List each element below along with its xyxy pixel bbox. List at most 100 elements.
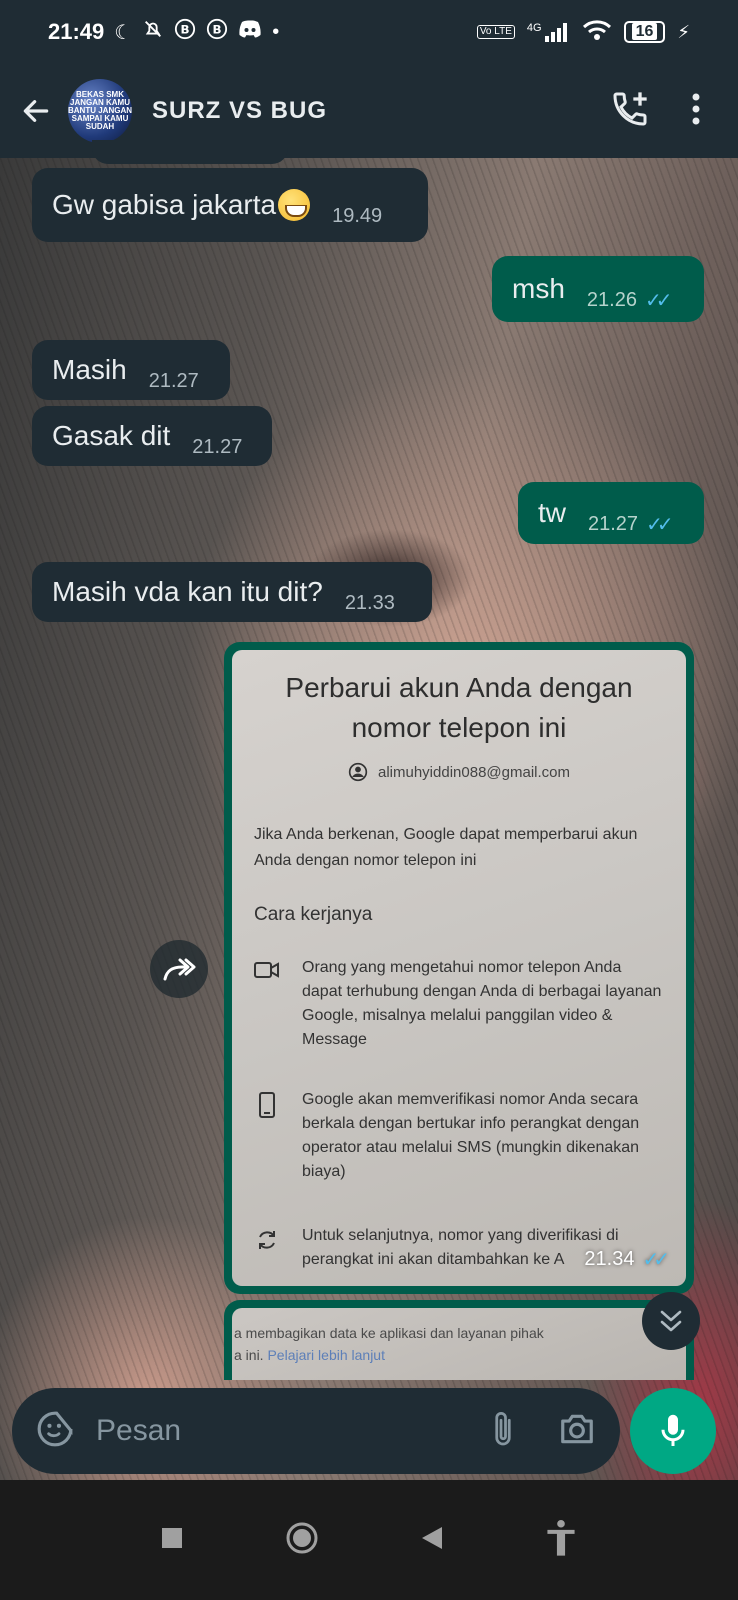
charging-icon: ⚡ bbox=[677, 21, 690, 42]
photo-of-document[interactable]: a membagikan data ke aplikasi dan layana… bbox=[232, 1308, 686, 1380]
doc-account: alimuhyiddin088@gmail.com bbox=[254, 762, 664, 782]
svg-text:B: B bbox=[213, 23, 222, 37]
avatar[interactable]: BEKAS SMK JANGAN KAMU BANTU JANGAN SAMPA… bbox=[68, 79, 132, 143]
message-input[interactable]: Pesan bbox=[96, 1414, 488, 1448]
doc-text-line: a ini. Pelajari lebih lanjut bbox=[234, 1344, 686, 1366]
system-navigation-bar bbox=[0, 1480, 738, 1600]
partial-message-bubble[interactable] bbox=[92, 140, 288, 164]
accessibility-button[interactable] bbox=[544, 1519, 578, 1562]
message-text: tw bbox=[538, 497, 566, 528]
grinning-emoji-icon bbox=[278, 189, 311, 221]
more-vertical-icon bbox=[692, 93, 700, 124]
signal-icon: 4G bbox=[527, 22, 570, 42]
message-time: 21.26 bbox=[586, 288, 637, 311]
circle-icon bbox=[286, 1522, 318, 1553]
sticker-button[interactable] bbox=[36, 1410, 74, 1453]
doc-item-text: Google akan memverifikasi nomor Anda sec… bbox=[302, 1091, 640, 1180]
doc-text-line: a membagikan data ke aplikasi dan layana… bbox=[234, 1325, 544, 1341]
read-ticks-icon: ✓✓ bbox=[644, 289, 672, 312]
image-message[interactable]: Perbarui akun Anda dengan nomor telepon … bbox=[224, 642, 694, 1294]
message-text: Gw gabisa jakarta bbox=[52, 189, 277, 220]
learn-more-link: Pelajari lebih lanjut bbox=[267, 1347, 385, 1363]
triangle-left-icon bbox=[422, 1526, 442, 1549]
account-icon bbox=[348, 762, 368, 782]
composer-actions bbox=[488, 1409, 596, 1454]
status-bar: 21:49 ☾ B B • Vo LTE 4G 16 ⚡ bbox=[0, 0, 738, 64]
message-meta: 21.26 ✓✓ bbox=[586, 288, 672, 313]
svg-text:B: B bbox=[181, 23, 190, 37]
volte-icon: Vo LTE bbox=[476, 25, 515, 39]
network-type: 4G bbox=[526, 22, 542, 34]
scroll-to-bottom-button[interactable] bbox=[642, 1292, 700, 1350]
back-button[interactable] bbox=[16, 91, 56, 131]
camera-button[interactable] bbox=[558, 1411, 596, 1452]
menu-button[interactable] bbox=[690, 91, 702, 132]
message-time: 21.27 bbox=[148, 369, 199, 392]
back-nav-button[interactable] bbox=[420, 1525, 444, 1556]
doc-text: a ini. bbox=[234, 1347, 264, 1363]
battery-level: 16 bbox=[631, 23, 658, 40]
message-meta: 21.27 ✓✓ bbox=[588, 512, 673, 537]
square-icon bbox=[162, 1527, 182, 1548]
header-actions bbox=[610, 89, 722, 134]
wifi-icon bbox=[582, 19, 612, 46]
message-time: 21.27 bbox=[588, 512, 639, 535]
message-text: Masih vda kan itu dit? bbox=[52, 576, 323, 607]
message-time: 21.34 bbox=[584, 1248, 635, 1270]
moon-icon: ☾ bbox=[114, 21, 133, 44]
message-bubble-incoming[interactable]: Masih 21.27 bbox=[32, 340, 230, 400]
bell-off-icon bbox=[142, 18, 164, 46]
status-system-icons: Vo LTE 4G 16 ⚡ bbox=[476, 19, 690, 46]
forward-button[interactable] bbox=[150, 940, 208, 998]
accessibility-icon bbox=[547, 1519, 575, 1556]
status-notification-icons: ☾ B B • bbox=[114, 18, 279, 46]
forward-icon bbox=[163, 958, 196, 981]
doc-item: Orang yang mengetahui nomor telepon Anda… bbox=[254, 956, 664, 1052]
message-time: 21.27 bbox=[192, 435, 243, 458]
status-time: 21:49 bbox=[48, 19, 105, 44]
b-app-icon-2: B bbox=[206, 18, 228, 46]
avatar-text: BEKAS SMK JANGAN KAMU BANTU JANGAN SAMPA… bbox=[68, 90, 132, 131]
message-text: Masih bbox=[52, 354, 127, 385]
home-button[interactable] bbox=[284, 1520, 320, 1561]
b-app-icon: B bbox=[174, 18, 196, 46]
doc-email: alimuhyiddin088@gmail.com bbox=[378, 763, 570, 781]
phone-plus-icon bbox=[613, 91, 647, 126]
doc-item-text: Orang yang mengetahui nomor telepon Anda… bbox=[302, 959, 662, 1048]
read-ticks-icon: ✓✓ bbox=[642, 1249, 669, 1271]
message-time: 21.33 bbox=[344, 591, 395, 614]
paperclip-icon bbox=[495, 1411, 511, 1445]
sticker-icon bbox=[37, 1411, 73, 1446]
chat-title[interactable]: SURZ VS BUG bbox=[152, 97, 327, 125]
message-bubble-incoming[interactable]: Gw gabisa jakarta 19.49 bbox=[32, 168, 428, 242]
image-message-meta: 21.34 ✓✓ bbox=[584, 1247, 669, 1272]
message-text: msh bbox=[512, 273, 565, 304]
phone-icon bbox=[254, 1088, 280, 1184]
message-bubble-incoming[interactable]: Masih vda kan itu dit? 21.33 bbox=[32, 562, 432, 622]
voice-message-button[interactable] bbox=[630, 1388, 716, 1474]
microphone-icon bbox=[661, 1414, 685, 1446]
message-composer: Pesan bbox=[12, 1388, 620, 1474]
read-ticks-icon: ✓✓ bbox=[646, 513, 673, 536]
message-bubble-incoming[interactable]: Gasak dit 21.27 bbox=[32, 406, 272, 466]
more-notifications-dot: • bbox=[272, 20, 280, 43]
recents-button[interactable] bbox=[160, 1526, 184, 1555]
message-bubble-outgoing[interactable]: tw 21.27 ✓✓ bbox=[518, 482, 704, 544]
message-bubble-outgoing[interactable]: msh 21.26 ✓✓ bbox=[492, 256, 704, 322]
sync-icon bbox=[254, 1224, 280, 1272]
image-message[interactable]: a membagikan data ke aplikasi dan layana… bbox=[224, 1300, 694, 1380]
doc-heading: Cara kerjanya bbox=[254, 904, 373, 925]
discord-icon bbox=[238, 19, 262, 45]
message-time: 19.49 bbox=[332, 204, 383, 227]
doc-item: Google akan memverifikasi nomor Anda sec… bbox=[254, 1088, 664, 1184]
arrow-left-icon bbox=[23, 100, 49, 122]
add-call-button[interactable] bbox=[610, 89, 650, 134]
battery-indicator: 16 bbox=[623, 21, 666, 43]
photo-of-document[interactable]: Perbarui akun Anda dengan nomor telepon … bbox=[232, 650, 686, 1286]
attach-button[interactable] bbox=[488, 1409, 518, 1454]
doc-title: Perbarui akun Anda dengan nomor telepon … bbox=[285, 672, 633, 743]
video-icon bbox=[254, 956, 280, 1052]
camera-icon bbox=[561, 1414, 593, 1443]
message-text: Gasak dit bbox=[52, 420, 171, 451]
double-chevron-down-icon bbox=[660, 1310, 682, 1332]
